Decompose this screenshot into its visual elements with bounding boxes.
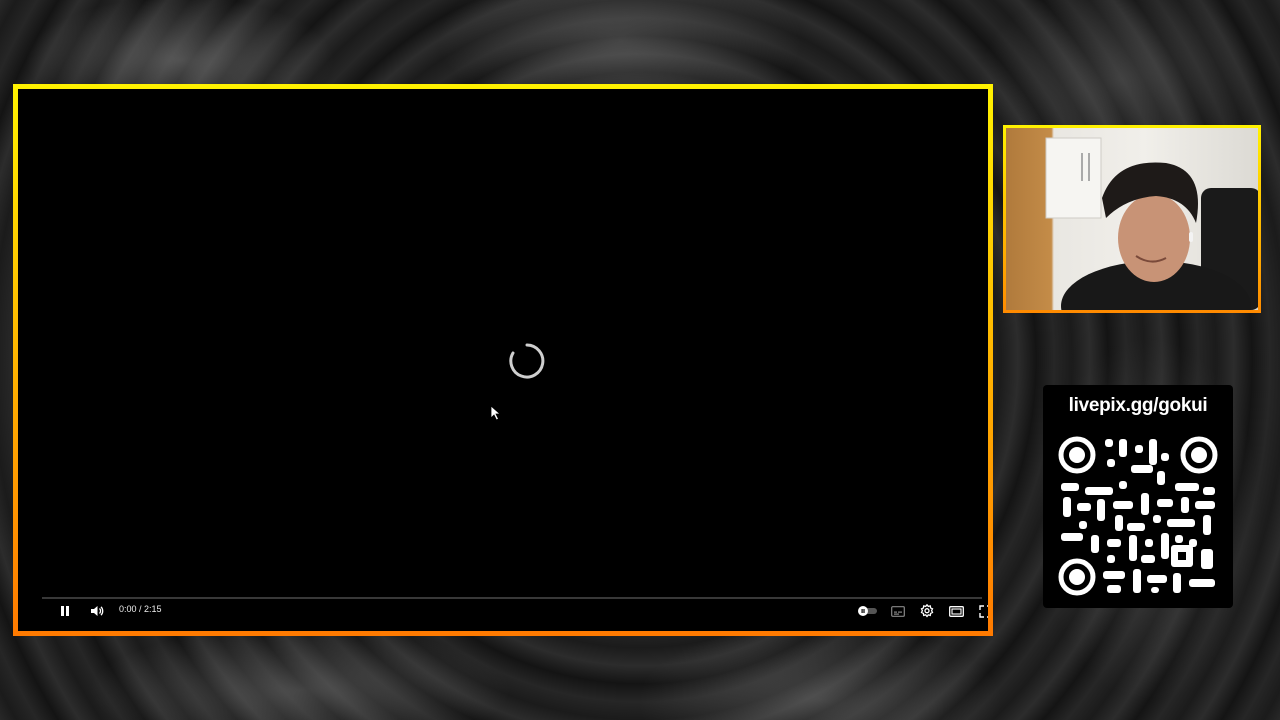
time-display: 0:00 / 2:15 [119,604,162,614]
donation-url: livepix.gg/gokui [1068,395,1208,416]
settings-button[interactable] [917,601,937,621]
time-current: 0:00 [119,604,137,614]
theater-mode-button[interactable] [946,601,966,621]
settings-icon [920,604,934,618]
subtitles-button[interactable] [888,601,908,621]
autoplay-toggle[interactable] [856,601,880,621]
donation-qr-panel: livepix.gg/gokui [1043,385,1233,608]
webcam-feed [1006,128,1258,310]
fullscreen-button[interactable] [975,601,988,621]
time-separator: / [136,604,145,614]
mouse-cursor-icon [490,405,502,421]
player-controls: 0:00 / 2:15 [18,591,988,631]
qr-code-icon [1058,436,1218,596]
volume-button[interactable] [87,601,107,621]
autoplay-toggle-icon [858,606,877,616]
theater-mode-icon [948,605,964,617]
fullscreen-icon [978,604,988,618]
streamer-silhouette [1045,137,1258,310]
volume-icon [91,606,104,616]
time-total: 2:15 [144,604,162,614]
pause-button[interactable] [55,601,75,621]
pause-icon [61,606,69,616]
video-player-frame: 0:00 / 2:15 [13,84,993,636]
subtitles-icon [891,605,905,617]
loading-spinner-icon [509,343,545,379]
video-player[interactable]: 0:00 / 2:15 [18,89,988,631]
webcam-frame [1003,125,1261,313]
